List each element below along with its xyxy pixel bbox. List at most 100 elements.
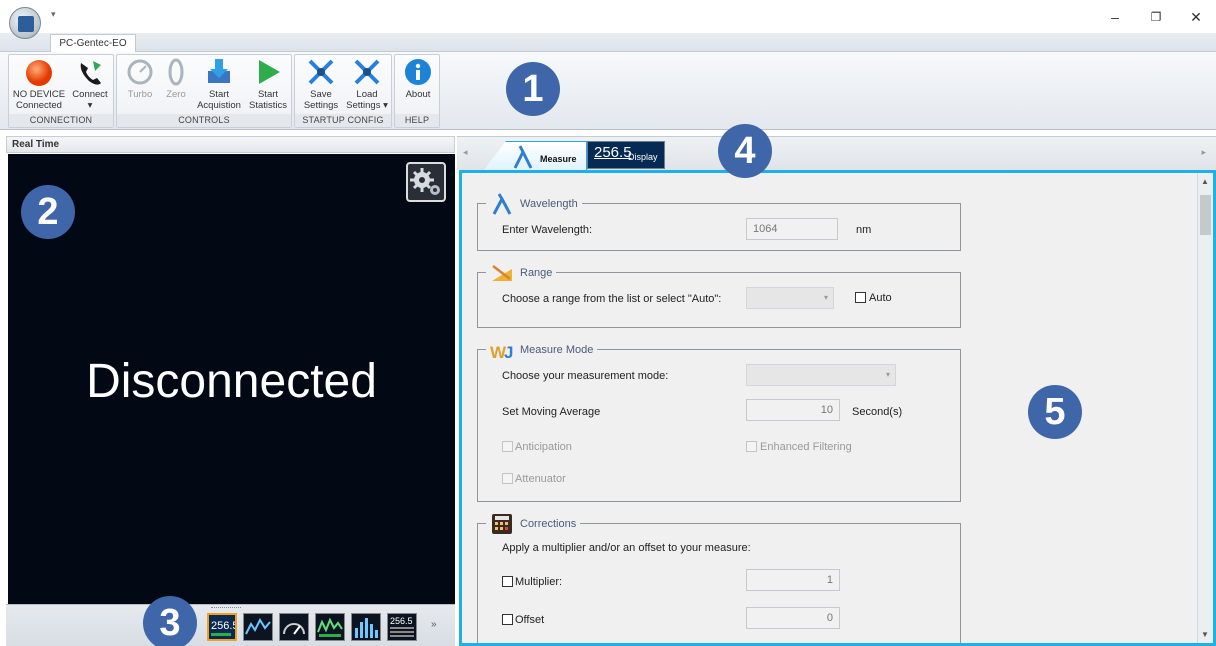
no-device-status-button[interactable]: NO DEVICE Connected bbox=[11, 57, 67, 111]
anticipation-label: Anticipation bbox=[515, 441, 572, 453]
red-status-icon bbox=[26, 60, 52, 86]
moving-average-input[interactable]: 10 bbox=[746, 399, 840, 421]
wavelength-unit: nm bbox=[856, 224, 872, 236]
tab-measure[interactable]: Measure bbox=[483, 141, 587, 171]
load-settings-button[interactable]: Load Settings ▾ bbox=[343, 57, 391, 111]
wavelength-input[interactable]: 1064 bbox=[746, 218, 838, 240]
scrollbar-thumb[interactable] bbox=[1200, 195, 1211, 235]
download-icon bbox=[208, 59, 230, 83]
line-graph-mode-icon[interactable] bbox=[243, 613, 273, 641]
vertical-scrollbar[interactable]: ▲ ▼ bbox=[1197, 173, 1213, 643]
save-settings-button[interactable]: Save Settings bbox=[299, 57, 343, 111]
multiplier-checkbox[interactable] bbox=[502, 576, 513, 587]
offset-label: Offset bbox=[515, 614, 545, 626]
anticipation-checkbox[interactable] bbox=[502, 441, 513, 452]
start-statistics-button[interactable]: Start Statistics bbox=[245, 57, 291, 111]
save-settings-icon bbox=[308, 59, 334, 85]
callout-badge-2: 2 bbox=[21, 185, 75, 239]
callout-badge-5: 5 bbox=[1028, 385, 1082, 439]
statistics-mode-icon[interactable]: 256.5 bbox=[387, 613, 417, 641]
moving-average-label: Set Moving Average bbox=[502, 406, 601, 418]
offset-input[interactable]: 0 bbox=[746, 607, 840, 629]
ribbon-group-help: About HELP bbox=[394, 54, 440, 128]
offset-checkbox[interactable] bbox=[502, 614, 513, 625]
ribbon-tab-pc-gentec-eo[interactable]: PC-Gentec-EO bbox=[50, 34, 136, 53]
auto-range-label: Auto bbox=[869, 292, 892, 304]
button-label: Settings ▾ bbox=[346, 100, 388, 111]
callout-badge-1: 1 bbox=[506, 62, 560, 116]
attenuator-label: Attenuator bbox=[515, 473, 566, 485]
button-label: Connect bbox=[72, 89, 108, 100]
attenuator-checkbox[interactable] bbox=[502, 473, 513, 484]
tab-display[interactable]: 256.5 Display bbox=[587, 141, 665, 169]
ribbon-tab-strip: PC-Gentec-EO bbox=[0, 33, 1216, 53]
auto-range-checkbox[interactable] bbox=[855, 292, 866, 303]
measure-mode-group: WJ Measure Mode Choose your measurement … bbox=[477, 339, 961, 502]
phone-connect-icon bbox=[80, 61, 101, 85]
dropdown-arrow: ▾ bbox=[87, 100, 93, 111]
corrections-title: Corrections bbox=[520, 518, 577, 530]
button-label: Statistics bbox=[248, 100, 287, 111]
range-title: Range bbox=[520, 267, 553, 279]
scroll-down-icon[interactable]: ▼ bbox=[1201, 630, 1209, 639]
tab-scroll-left-icon[interactable]: ◂ bbox=[463, 147, 468, 158]
turbo-icon bbox=[127, 59, 153, 85]
multiplier-label: Multiplier: bbox=[515, 576, 563, 588]
resize-grip[interactable] bbox=[211, 607, 241, 610]
svg-text:J: J bbox=[504, 343, 513, 362]
measurement-mode-select[interactable]: ▾ bbox=[746, 364, 896, 386]
button-label: Save bbox=[310, 89, 332, 100]
button-label: Acquistion bbox=[197, 100, 241, 111]
histogram-mode-icon[interactable] bbox=[351, 613, 381, 641]
wavelength-label: Enter Wavelength: bbox=[502, 224, 593, 236]
ribbon: NO DEVICE Connected Connect ▾ CONNECTION… bbox=[0, 52, 1216, 130]
corrections-label: Apply a multiplier and/or an offset to y… bbox=[502, 542, 751, 554]
connection-status-text: Disconnected bbox=[86, 355, 377, 408]
svg-text:256.5: 256.5 bbox=[211, 620, 235, 632]
display-tab-number: 256.5 bbox=[594, 144, 632, 161]
title-bar: ▾ – ❐ ✕ bbox=[0, 0, 1216, 39]
group-title: Range bbox=[486, 262, 557, 284]
minimize-button[interactable]: – bbox=[1104, 7, 1126, 27]
button-label: Start bbox=[208, 89, 230, 100]
scroll-up-icon[interactable]: ▲ bbox=[1201, 177, 1209, 186]
app-menu-button[interactable] bbox=[9, 7, 41, 39]
callout-badge-4: 4 bbox=[718, 124, 772, 178]
range-icon bbox=[492, 265, 512, 281]
app-logo-icon bbox=[18, 16, 34, 32]
moving-average-unit: Second(s) bbox=[852, 406, 903, 418]
about-button[interactable]: About bbox=[397, 57, 439, 100]
gauge-mode-icon[interactable] bbox=[279, 613, 309, 641]
multiplier-input[interactable]: 1 bbox=[746, 569, 840, 591]
group-title: WJ Measure Mode bbox=[486, 339, 598, 362]
corrections-group: Corrections Apply a multiplier and/or an… bbox=[477, 513, 961, 643]
real-time-header: Real Time bbox=[6, 136, 455, 153]
button-label: Load bbox=[356, 89, 378, 100]
measurement-mode-label: Choose your measurement mode: bbox=[502, 370, 669, 382]
button-label: Settings bbox=[303, 100, 339, 111]
range-select[interactable]: ▾ bbox=[746, 287, 834, 309]
digital-display-mode-icon[interactable]: 256.5 bbox=[207, 613, 239, 641]
measure-settings-panel: Wavelength Enter Wavelength: 1064 nm Ran… bbox=[459, 170, 1216, 646]
quick-access-dropdown-icon[interactable]: ▾ bbox=[51, 9, 56, 20]
tuning-mode-icon[interactable] bbox=[315, 613, 345, 641]
tab-scroll-right-icon[interactable]: ▸ bbox=[1201, 147, 1206, 158]
range-label: Choose a range from the list or select "… bbox=[502, 293, 722, 305]
zero-button[interactable]: Zero bbox=[159, 57, 193, 100]
lambda-icon bbox=[492, 193, 512, 215]
display-settings-button[interactable] bbox=[406, 162, 446, 202]
gear-icon bbox=[410, 168, 440, 195]
calculator-icon bbox=[492, 514, 512, 534]
chevron-down-icon: ▾ bbox=[885, 370, 890, 379]
enhanced-filtering-checkbox[interactable] bbox=[746, 441, 757, 452]
start-acquisition-button[interactable]: Start Acquistion bbox=[193, 57, 245, 111]
turbo-button[interactable]: Turbo bbox=[121, 57, 159, 100]
overflow-chevron-icon[interactable]: » bbox=[431, 619, 437, 630]
restore-button[interactable]: ❐ bbox=[1145, 7, 1167, 27]
close-button[interactable]: ✕ bbox=[1185, 7, 1207, 27]
lambda-icon bbox=[513, 145, 533, 169]
group-label: CONTROLS bbox=[117, 114, 291, 127]
enhanced-filtering-label: Enhanced Filtering bbox=[760, 441, 852, 453]
info-icon bbox=[405, 59, 431, 85]
connect-button[interactable]: Connect ▾ bbox=[67, 57, 113, 111]
